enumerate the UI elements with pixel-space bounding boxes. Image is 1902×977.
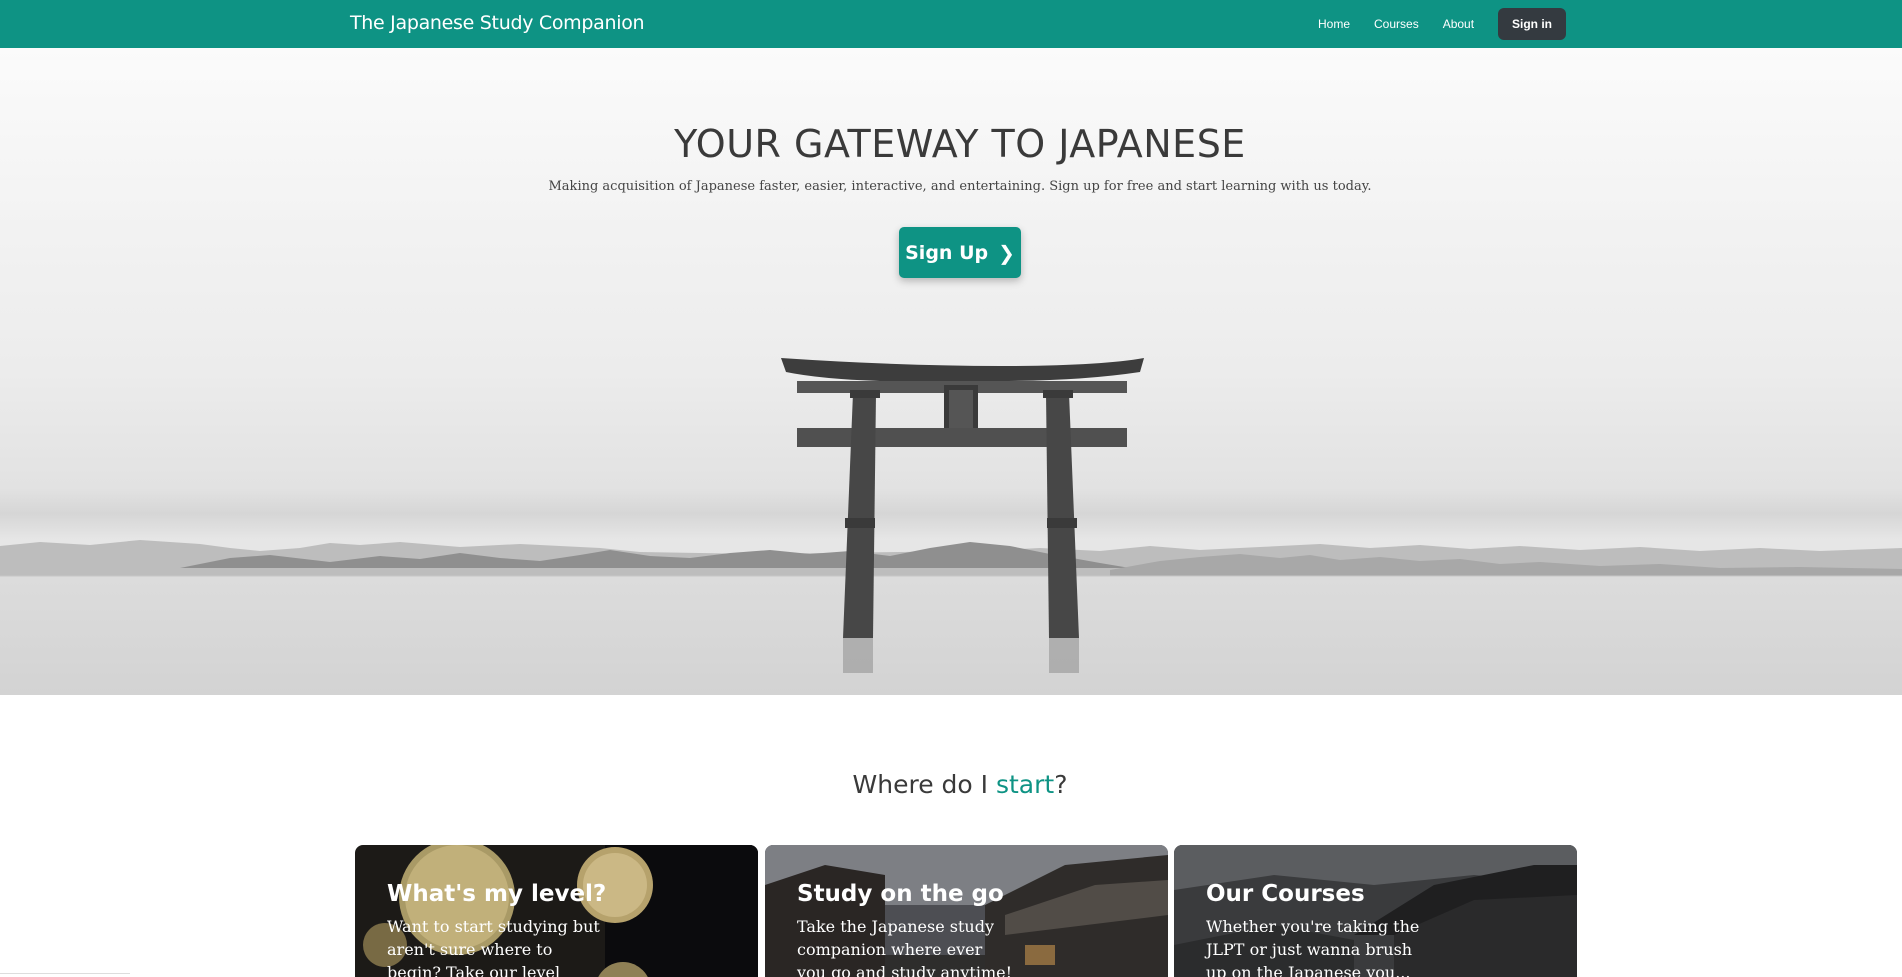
nav-link-home[interactable]: Home [1318, 17, 1350, 31]
hero-section: YOUR GATEWAY TO JAPANESE Making acquisit… [0, 48, 1902, 695]
nav-links: Home Courses About [1318, 0, 1498, 48]
sign-in-button[interactable]: Sign in [1498, 8, 1566, 40]
card-title: Our Courses [1206, 881, 1365, 907]
nav-link-about[interactable]: About [1443, 17, 1474, 31]
hero-subtitle: Making acquisition of Japanese faster, e… [548, 179, 1372, 194]
card-study-on-the-go[interactable]: Study on the go Take the Japanese study … [765, 845, 1168, 977]
section-title-accent: start [995, 770, 1055, 799]
section-title-suffix: ? [1054, 770, 1068, 799]
brand-logo-text[interactable]: The Japanese Study Companion [350, 12, 645, 34]
divider-line [0, 973, 130, 974]
card-text: Take the Japanese study companion where … [797, 917, 1013, 977]
sign-up-label: Sign Up [905, 241, 989, 264]
navbar: The Japanese Study Companion Home Course… [0, 0, 1902, 48]
card-title: Study on the go [797, 881, 1004, 907]
section-title: Where do I start? [0, 770, 1902, 799]
card-our-courses[interactable]: Our Courses Whether you're taking the JL… [1174, 845, 1577, 977]
card-title: What's my level? [387, 881, 607, 907]
card-level-assessment[interactable]: What's my level? Want to start studying … [355, 845, 758, 977]
sign-up-button[interactable]: Sign Up ❯ [899, 227, 1021, 278]
card-text: Want to start studying but aren't sure w… [387, 917, 600, 977]
hero-title: YOUR GATEWAY TO JAPANESE [674, 122, 1246, 166]
chevron-right-icon: ❯ [998, 240, 1015, 265]
card-text: Whether you're taking the JLPT or just w… [1206, 917, 1420, 977]
section-title-prefix: Where do I [852, 770, 996, 799]
nav-link-courses[interactable]: Courses [1374, 17, 1419, 31]
